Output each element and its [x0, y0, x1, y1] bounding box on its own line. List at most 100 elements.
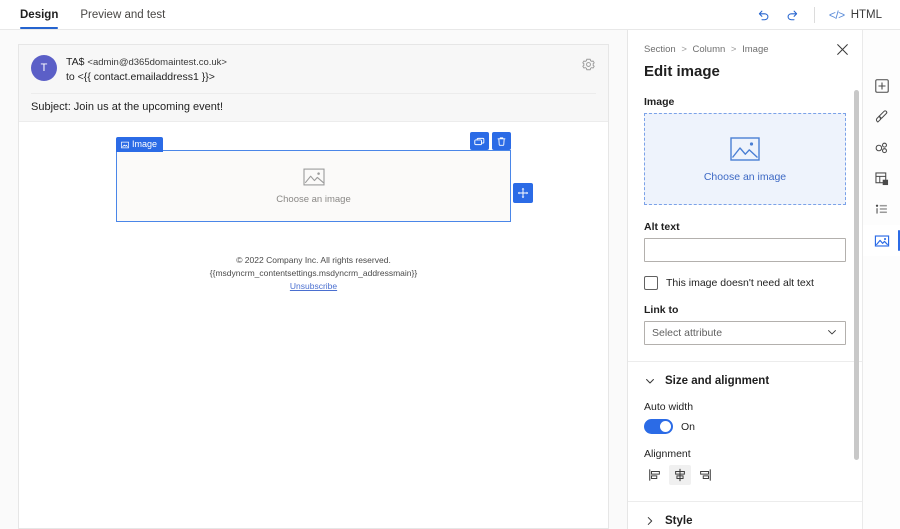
email-sender-row: T TA$ <admin@d365domaintest.co.uk> to <{… — [31, 54, 596, 85]
move-handle-icon — [517, 187, 529, 199]
brush-theme-icon — [874, 109, 890, 125]
alt-text-input[interactable] — [644, 238, 846, 262]
rail-theme-button[interactable] — [863, 101, 900, 132]
html-view-label: HTML — [851, 9, 882, 21]
align-left-icon — [648, 468, 662, 482]
link-to-label: Link to — [644, 304, 846, 316]
style-section-header[interactable]: Style — [644, 502, 846, 527]
breadcrumb-item-column[interactable]: Column — [693, 44, 726, 55]
dropzone-label: Choose an image — [704, 171, 786, 183]
alignment-label: Alignment — [644, 448, 846, 460]
duplicate-block-button[interactable] — [470, 132, 489, 150]
rail-image-button[interactable] — [863, 225, 900, 256]
block-toolbar — [470, 132, 511, 150]
block-type-label: Image — [116, 137, 163, 152]
align-center-button[interactable] — [669, 465, 691, 485]
no-alt-text-checkbox[interactable] — [644, 276, 658, 290]
alignment-button-group — [644, 465, 846, 485]
email-designer-app: Design Preview and test </> — [0, 0, 900, 529]
breadcrumb: Section > Column > Image — [644, 43, 846, 56]
no-alt-text-checkbox-row[interactable]: This image doesn't need alt text — [644, 276, 846, 290]
properties-panel: Section > Column > Image Edit image Imag… — [627, 30, 862, 529]
panel-scrollbar-track[interactable] — [853, 78, 860, 529]
page-title: Edit image — [644, 63, 846, 80]
align-right-icon — [698, 468, 712, 482]
link-to-select[interactable]: Select attribute — [644, 321, 846, 345]
to-line: to <{{ contact.emailaddress1 }}> — [66, 70, 227, 85]
block-type-label-text: Image — [132, 139, 157, 150]
email-settings-button[interactable] — [581, 57, 596, 77]
footer-copyright: © 2022 Company Inc. All rights reserved. — [19, 254, 608, 267]
rail-elements-button[interactable] — [863, 132, 900, 163]
redo-button[interactable] — [785, 8, 800, 23]
link-to-select-wrap: Select attribute — [644, 321, 846, 345]
email-header: T TA$ <admin@d365domaintest.co.uk> to <{… — [19, 45, 608, 122]
from-name: TA$ — [66, 56, 84, 68]
image-placeholder-icon — [303, 167, 325, 187]
panel-content: Image Choose an image Alt text This imag… — [628, 80, 862, 529]
panel-header: Section > Column > Image Edit image — [628, 30, 862, 80]
unsubscribe-link[interactable]: Unsubscribe — [290, 281, 337, 291]
trash-icon — [496, 136, 507, 147]
top-toolbar-actions: </> HTML — [756, 7, 900, 29]
panel-scrollbar-thumb[interactable] — [854, 90, 859, 460]
auto-width-state: On — [681, 421, 695, 433]
selected-image-block[interactable]: Image — [116, 150, 511, 222]
rail-add-element-button[interactable] — [863, 70, 900, 101]
breadcrumb-separator: > — [731, 44, 737, 55]
layout-icon — [874, 171, 890, 187]
email-subject: Subject: Join us at the upcoming event! — [31, 93, 596, 121]
style-section-title: Style — [665, 515, 693, 527]
delete-block-button[interactable] — [492, 132, 511, 150]
close-panel-button[interactable] — [834, 41, 850, 57]
from-line: TA$ <admin@d365domaintest.co.uk> — [66, 55, 227, 70]
image-badge-icon — [121, 141, 129, 149]
align-right-button[interactable] — [694, 465, 716, 485]
elements-icon — [874, 140, 890, 156]
size-and-alignment-section-header[interactable]: Size and alignment — [644, 362, 846, 387]
image-panel-icon — [874, 233, 890, 249]
add-element-icon — [874, 78, 890, 94]
chevron-down-icon — [644, 375, 656, 387]
chevron-right-icon — [644, 515, 656, 527]
chevron-down-icon — [826, 326, 838, 341]
tab-preview-label: Preview and test — [80, 9, 165, 21]
no-alt-text-label: This image doesn't need alt text — [666, 277, 814, 289]
image-placeholder-block[interactable]: Choose an image — [116, 150, 511, 222]
fields-list-icon — [874, 202, 890, 218]
breadcrumb-item-section[interactable]: Section — [644, 44, 676, 55]
avatar: T — [31, 55, 57, 81]
align-center-icon — [673, 468, 687, 482]
undo-icon — [756, 8, 771, 23]
move-block-handle[interactable] — [513, 183, 533, 203]
toolbar-divider — [814, 7, 815, 23]
size-and-alignment-title: Size and alignment — [665, 375, 769, 387]
tab-design[interactable]: Design — [20, 8, 58, 29]
toggle-knob — [660, 421, 671, 432]
auto-width-label: Auto width — [644, 401, 846, 413]
alt-text-label: Alt text — [644, 221, 846, 233]
image-placeholder-icon — [730, 136, 760, 162]
tab-preview-and-test[interactable]: Preview and test — [80, 8, 165, 29]
rail-fields-button[interactable] — [863, 194, 900, 225]
align-left-button[interactable] — [644, 465, 666, 485]
tab-design-label: Design — [20, 9, 58, 21]
email-footer: © 2022 Company Inc. All rights reserved.… — [19, 254, 608, 293]
gear-icon — [581, 57, 596, 72]
auto-width-toggle[interactable] — [644, 419, 673, 434]
image-dropzone[interactable]: Choose an image — [644, 113, 846, 205]
breadcrumb-item-image[interactable]: Image — [742, 44, 768, 55]
auto-width-row: On — [644, 419, 846, 434]
email-preview-shell: T TA$ <admin@d365domaintest.co.uk> to <{… — [18, 44, 609, 529]
rail-layout-button[interactable] — [863, 163, 900, 194]
close-icon — [836, 43, 849, 56]
image-placeholder-label: Choose an image — [276, 194, 350, 205]
right-tool-rail — [862, 30, 900, 529]
workspace: T TA$ <admin@d365domaintest.co.uk> to <{… — [0, 30, 900, 529]
html-view-button[interactable]: </> HTML — [829, 8, 882, 22]
email-body-canvas: Image — [19, 122, 608, 528]
image-field-label: Image — [644, 96, 846, 108]
email-address-block: TA$ <admin@d365domaintest.co.uk> to <{{ … — [66, 54, 227, 85]
link-to-value: Select attribute — [652, 327, 722, 339]
undo-button[interactable] — [756, 8, 771, 23]
